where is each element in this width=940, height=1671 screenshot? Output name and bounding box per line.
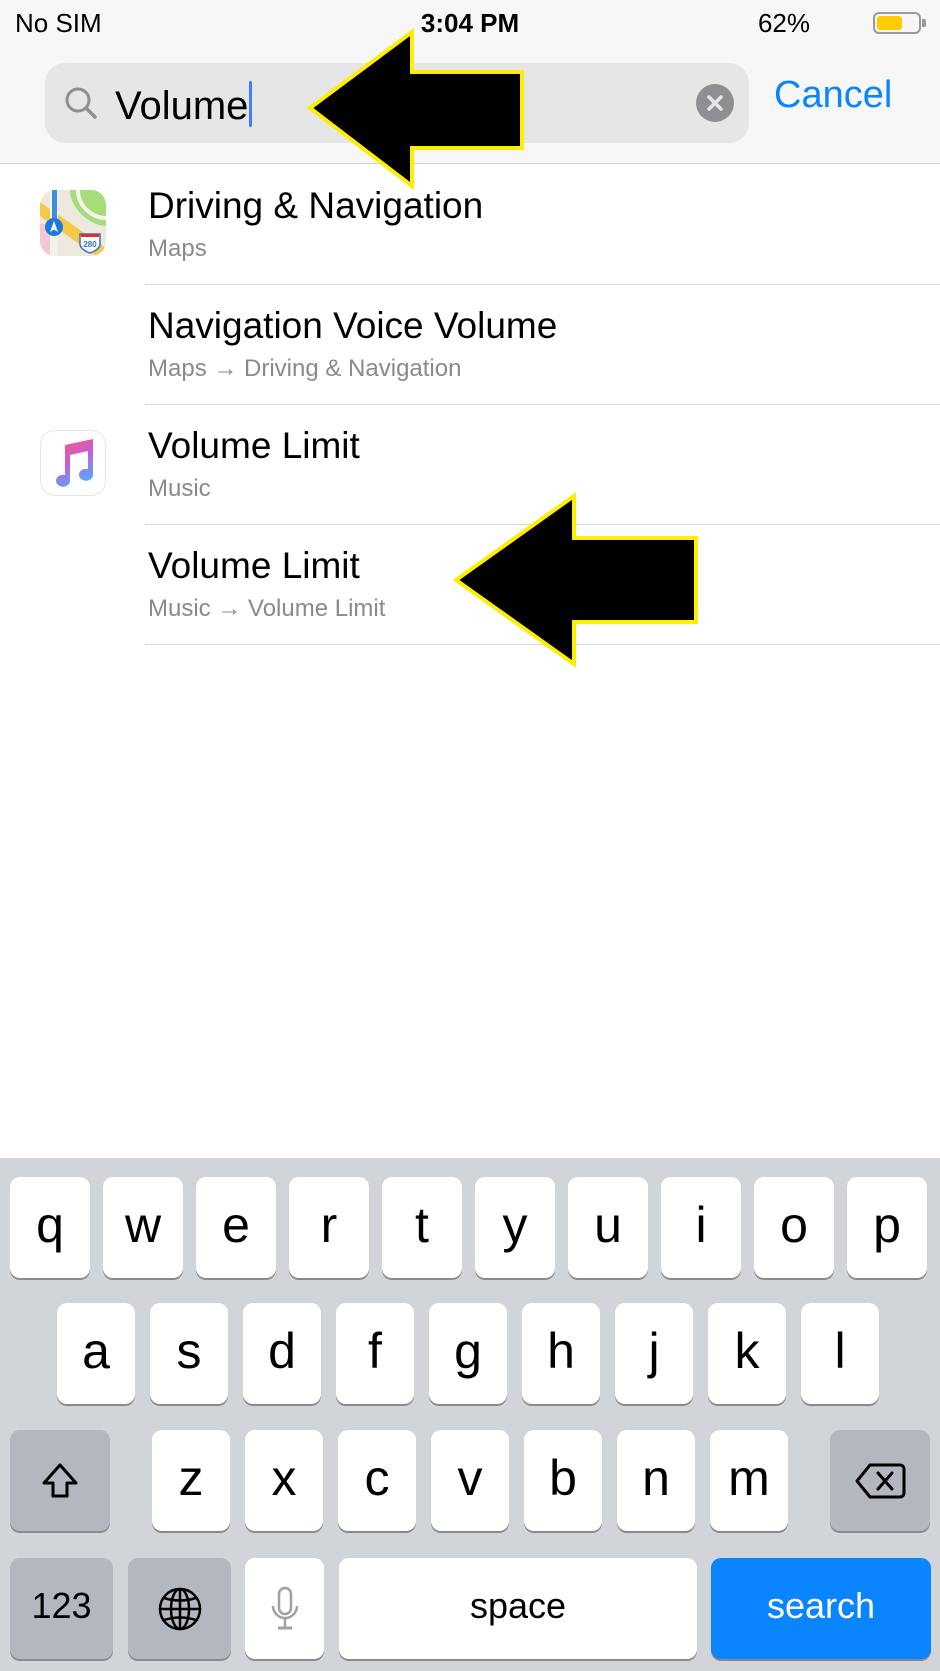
key-label: d — [268, 1322, 296, 1379]
result-subtitle: Music → Volume Limit — [148, 595, 386, 622]
key-k[interactable]: k — [708, 1303, 786, 1404]
search-value: Volume — [115, 84, 249, 128]
key-j[interactable]: j — [615, 1303, 693, 1404]
clear-icon — [707, 95, 723, 111]
key-r[interactable]: r — [289, 1177, 369, 1278]
key-x[interactable]: x — [245, 1430, 323, 1531]
key-label: o — [780, 1196, 808, 1253]
key-c[interactable]: c — [338, 1430, 416, 1531]
key-u[interactable]: u — [568, 1177, 648, 1278]
delete-icon — [855, 1463, 906, 1498]
key-label: c — [364, 1449, 390, 1506]
battery-nub — [922, 19, 926, 27]
key-i[interactable]: i — [661, 1177, 741, 1278]
key-label: a — [82, 1322, 110, 1379]
key-label: r — [320, 1196, 338, 1253]
key-a[interactable]: a — [57, 1303, 135, 1404]
key-l[interactable]: l — [801, 1303, 879, 1404]
battery-icon — [873, 12, 926, 34]
key-t[interactable]: t — [382, 1177, 462, 1278]
key-s[interactable]: s — [150, 1303, 228, 1404]
result-title: Navigation Voice Volume — [148, 305, 558, 346]
search-icon — [65, 87, 97, 119]
key-o[interactable]: o — [754, 1177, 834, 1278]
key-label: y — [502, 1196, 528, 1253]
key-label: q — [36, 1196, 64, 1253]
key-p[interactable]: p — [847, 1177, 927, 1278]
battery-percent: 62% — [757, 8, 810, 38]
key-label: p — [873, 1196, 901, 1253]
search-input-text[interactable]: Volume — [115, 81, 253, 128]
result-title: Volume Limit — [148, 425, 360, 466]
key-label: s — [176, 1322, 202, 1379]
key-label: v — [457, 1449, 483, 1506]
space-key[interactable]: space — [339, 1558, 697, 1659]
battery-fill — [877, 16, 902, 30]
key-label: l — [834, 1322, 846, 1379]
key-q[interactable]: q — [10, 1177, 90, 1278]
result-subtitle: Maps → Driving & Navigation — [148, 355, 462, 382]
result-navigation-voice-volume[interactable]: Navigation Voice Volume Maps → Driving &… — [0, 285, 940, 405]
microphone-icon — [271, 1586, 298, 1629]
globe-key[interactable] — [128, 1558, 231, 1659]
key-label: h — [547, 1322, 575, 1379]
key-e[interactable]: e — [196, 1177, 276, 1278]
key-label: t — [415, 1196, 429, 1253]
text-caret — [249, 81, 253, 127]
search-key-label: search — [766, 1584, 876, 1626]
key-label: k — [734, 1322, 760, 1379]
key-label: n — [642, 1449, 670, 1506]
key-label: g — [454, 1322, 482, 1379]
key-f[interactable]: f — [336, 1303, 414, 1404]
key-d[interactable]: d — [243, 1303, 321, 1404]
clear-search-button[interactable] — [696, 84, 734, 122]
globe-icon — [158, 1587, 201, 1630]
shift-icon — [42, 1463, 78, 1497]
key-label: m — [728, 1449, 770, 1506]
key-label: e — [222, 1196, 250, 1253]
key-b[interactable]: b — [524, 1430, 602, 1531]
key-w[interactable]: w — [103, 1177, 183, 1278]
music-app-icon — [40, 430, 106, 496]
key-label: i — [695, 1196, 707, 1253]
key-label: f — [368, 1322, 382, 1379]
dictation-key[interactable] — [245, 1558, 324, 1659]
key-h[interactable]: h — [522, 1303, 600, 1404]
key-label: x — [271, 1449, 297, 1506]
annotation-arrow-search — [306, 28, 524, 191]
key-y[interactable]: y — [475, 1177, 555, 1278]
keyboard: q w e r t y u i o p a s d f g h j k l z x c v b n m 123 space s… — [0, 1158, 940, 1671]
key-n[interactable]: n — [617, 1430, 695, 1531]
result-subtitle: Maps — [148, 235, 207, 262]
numbers-key-label: 123 — [31, 1584, 92, 1626]
cancel-button[interactable]: Cancel — [774, 74, 892, 117]
annotation-arrow-volume-limit — [452, 492, 698, 668]
result-subtitle: Music — [148, 475, 211, 502]
key-label: b — [549, 1449, 577, 1506]
key-label: w — [124, 1196, 162, 1253]
delete-key[interactable] — [830, 1430, 930, 1531]
key-label: u — [594, 1196, 622, 1253]
numbers-key[interactable]: 123 — [10, 1558, 113, 1659]
key-label: j — [648, 1322, 660, 1379]
key-label: z — [178, 1449, 204, 1506]
key-m[interactable]: m — [710, 1430, 788, 1531]
shift-key[interactable] — [10, 1430, 110, 1531]
space-key-label: space — [469, 1584, 567, 1626]
key-g[interactable]: g — [429, 1303, 507, 1404]
maps-app-icon: 280 — [40, 190, 106, 256]
svg-text:280: 280 — [83, 240, 97, 249]
search-key[interactable]: search — [711, 1558, 931, 1659]
key-v[interactable]: v — [431, 1430, 509, 1531]
result-title: Volume Limit — [148, 545, 360, 586]
key-z[interactable]: z — [152, 1430, 230, 1531]
